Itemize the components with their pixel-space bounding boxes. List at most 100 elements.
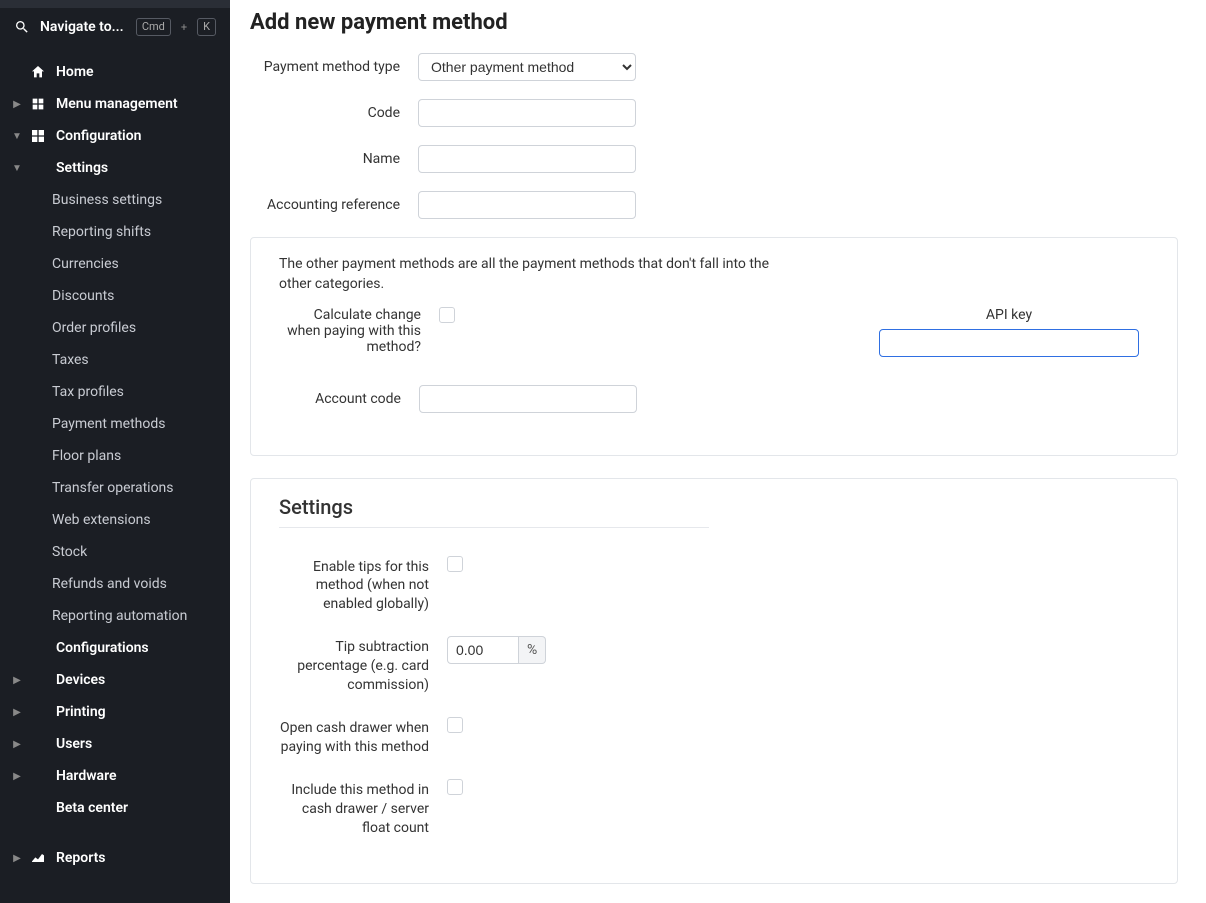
sidebar-item-floor-plans[interactable]: Floor plans [0,440,230,472]
sidebar-item-label: Discounts [52,288,114,304]
sidebar-item-label: Devices [56,672,105,688]
caret-icon: ▶ [14,675,20,686]
sidebar-item-label: Refunds and voids [52,576,167,592]
sidebar-item-reporting-shifts[interactable]: Reporting shifts [0,216,230,248]
label-calculate-change: Calculate change when paying with this m… [279,307,439,355]
sidebar-item-label: Tax profiles [52,384,124,400]
sidebar-item-settings[interactable]: ▼ Settings [0,152,230,184]
sidebar-item-label: Users [56,736,92,752]
sidebar-item-refunds-and-voids[interactable]: Refunds and voids [0,568,230,600]
sidebar-item-label: Menu management [56,96,178,112]
label-name: Name [250,151,418,167]
caret-icon: ▼ [14,131,20,142]
sidebar-item-tax-profiles[interactable]: Tax profiles [0,376,230,408]
sidebar-topbar [0,0,230,8]
caret-icon: ▶ [14,771,20,782]
sidebar-item-label: Beta center [56,800,128,816]
sidebar-item-currencies[interactable]: Currencies [0,248,230,280]
sidebar-item-payment-methods[interactable]: Payment methods [0,408,230,440]
label-code: Code [250,105,418,121]
sidebar-item-beta-center[interactable]: Beta center [0,792,230,824]
navigate-label: Navigate to... [40,19,126,35]
sidebar-item-label: Taxes [52,352,89,368]
sidebar-item-configuration[interactable]: ▼ Configuration [0,120,230,152]
label-accounting-ref: Accounting reference [250,197,418,213]
menu-icon [30,96,46,112]
sidebar: Navigate to... Cmd + K Home ▶ Menu managem… [0,0,230,903]
label-enable-tips: Enable tips for this method (when not en… [279,556,447,615]
label-include-float: Include this method in cash drawer / ser… [279,779,447,838]
settings-divider [279,527,709,528]
sidebar-item-printing[interactable]: ▶ Printing [0,696,230,728]
other-method-panel: The other payment methods are all the pa… [250,237,1178,456]
name-input[interactable] [418,145,636,173]
calculate-change-checkbox[interactable] [439,307,455,323]
sidebar-item-order-profiles[interactable]: Order profiles [0,312,230,344]
sidebar-item-configurations[interactable]: Configurations [0,632,230,664]
include-float-checkbox[interactable] [447,779,463,795]
kbd-k: K [197,18,216,36]
search-icon [14,19,30,35]
code-input[interactable] [418,99,636,127]
caret-icon: ▼ [14,163,20,174]
sidebar-item-home[interactable]: Home [0,56,230,88]
sidebar-item-label: Order profiles [52,320,136,336]
sidebar-nav: Home ▶ Menu management ▼ Configuration ▼ Setti… [0,46,230,874]
api-key-input[interactable] [879,329,1139,357]
sidebar-item-label: Printing [56,704,106,720]
page-title: Add new payment method [250,10,1178,35]
navigate-search[interactable]: Navigate to... Cmd + K [0,8,230,46]
sidebar-item-label: Settings [56,160,108,176]
other-method-description: The other payment methods are all the pa… [279,254,799,295]
tip-subtraction-suffix: % [519,636,546,664]
label-account-code: Account code [279,391,419,407]
sidebar-item-web-extensions[interactable]: Web extensions [0,504,230,536]
sidebar-item-label: Reporting shifts [52,224,151,240]
sidebar-item-users[interactable]: ▶ Users [0,728,230,760]
sidebar-item-menu-management[interactable]: ▶ Menu management [0,88,230,120]
sidebar-item-label: Transfer operations [52,480,174,496]
main-content: Add new payment method Payment method ty… [230,0,1206,903]
sidebar-item-label: Floor plans [52,448,121,464]
sidebar-item-devices[interactable]: ▶ Devices [0,664,230,696]
sidebar-item-label: Reports [56,850,106,866]
sidebar-item-discounts[interactable]: Discounts [0,280,230,312]
sidebar-item-business-settings[interactable]: Business settings [0,184,230,216]
sidebar-item-label: Configuration [56,128,141,144]
sidebar-item-hardware[interactable]: ▶ Hardware [0,760,230,792]
accounting-reference-input[interactable] [418,191,636,219]
sidebar-item-reporting-automation[interactable]: Reporting automation [0,600,230,632]
sidebar-item-label: Stock [52,544,87,560]
chart-icon [30,850,46,866]
tip-subtraction-input[interactable] [447,636,519,664]
sidebar-item-label: Hardware [56,768,117,784]
label-open-drawer: Open cash drawer when paying with this m… [279,717,447,757]
enable-tips-checkbox[interactable] [447,556,463,572]
sidebar-item-label: Web extensions [52,512,151,528]
sidebar-item-label: Reporting automation [52,608,187,624]
caret-icon: ▶ [14,853,20,864]
settings-heading: Settings [279,495,1149,519]
sidebar-item-label: Currencies [52,256,119,272]
settings-panel: Settings Enable tips for this method (wh… [250,478,1178,885]
kbd-plus: + [181,21,187,34]
sidebar-item-label: Payment methods [52,416,165,432]
grid-icon [30,128,46,144]
home-icon [30,64,46,80]
sidebar-item-label: Business settings [52,192,162,208]
sidebar-item-stock[interactable]: Stock [0,536,230,568]
sidebar-item-transfer-operations[interactable]: Transfer operations [0,472,230,504]
caret-icon: ▶ [14,739,20,750]
caret-icon: ▶ [14,707,20,718]
account-code-input[interactable] [419,385,637,413]
open-drawer-checkbox[interactable] [447,717,463,733]
label-payment-type: Payment method type [250,59,418,75]
sidebar-item-reports[interactable]: ▶ Reports [0,842,230,874]
payment-method-type-select[interactable]: Other payment method [418,53,636,81]
sidebar-item-label: Configurations [56,640,149,656]
sidebar-item-label: Home [56,64,94,80]
caret-icon: ▶ [14,99,20,110]
kbd-cmd: Cmd [136,18,171,36]
label-api-key: API key [879,307,1139,323]
sidebar-item-taxes[interactable]: Taxes [0,344,230,376]
